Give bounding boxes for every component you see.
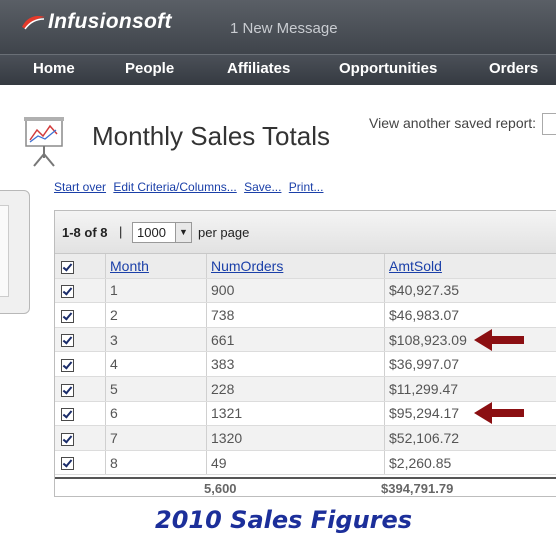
per-page-select[interactable]: 1000 ▼ bbox=[132, 222, 192, 243]
print-link[interactable]: Print... bbox=[289, 180, 324, 194]
red-arrow-icon bbox=[474, 402, 524, 425]
row-checkbox[interactable] bbox=[61, 358, 74, 372]
saved-report-label: View another saved report: bbox=[369, 115, 537, 131]
side-panel-tab[interactable] bbox=[0, 190, 30, 314]
logo-swoosh-icon bbox=[22, 16, 45, 30]
column-header-numorders[interactable]: NumOrders bbox=[211, 258, 283, 274]
row-checkbox[interactable] bbox=[61, 285, 74, 299]
caption: 2010 Sales Figures bbox=[155, 506, 413, 534]
cell-month: 2 bbox=[105, 302, 207, 328]
nav-affiliates[interactable]: Affiliates bbox=[227, 60, 290, 77]
pager-bar: 1-8 of 8 | 1000 ▼ per page bbox=[55, 211, 556, 254]
column-header-month[interactable]: Month bbox=[110, 258, 149, 274]
red-arrow-icon bbox=[474, 328, 524, 351]
cell-numorders: 738 bbox=[206, 302, 385, 328]
totals-row: 5,600 $394,791.79 bbox=[55, 477, 556, 497]
row-checkbox[interactable] bbox=[61, 334, 74, 348]
cell-amtsold: $95,294.17 bbox=[384, 401, 556, 427]
table-row[interactable]: 8 49 $2,260.85 bbox=[55, 450, 556, 476]
report-chart-icon bbox=[24, 117, 64, 167]
column-header-amtsold[interactable]: AmtSold bbox=[389, 258, 442, 274]
start-over-link[interactable]: Start over bbox=[54, 180, 106, 194]
cell-amtsold: $46,983.07 bbox=[384, 302, 556, 328]
report-grid: 1-8 of 8 | 1000 ▼ per page Month NumOrde… bbox=[54, 210, 556, 497]
cell-amtsold: $2,260.85 bbox=[384, 450, 556, 476]
total-orders: 5,600 bbox=[204, 481, 237, 496]
infusionsoft-logo[interactable]: Infusionsoft bbox=[20, 9, 172, 35]
top-bar: Infusionsoft 1 New Message bbox=[0, 0, 556, 54]
table-row[interactable]: 7 1320 $52,106.72 bbox=[55, 425, 556, 451]
cell-amtsold: $36,997.07 bbox=[384, 351, 556, 377]
table-row[interactable]: 5 228 $11,299.47 bbox=[55, 376, 556, 402]
cell-numorders: 900 bbox=[206, 278, 385, 304]
cell-amtsold: $11,299.47 bbox=[384, 376, 556, 402]
sales-table: Month NumOrders AmtSold 1 900 $40,927.35 2 7… bbox=[55, 254, 556, 476]
cell-numorders: 49 bbox=[206, 450, 385, 476]
nav-people[interactable]: People bbox=[125, 60, 174, 77]
side-panel-handle bbox=[0, 205, 9, 297]
cell-month: 6 bbox=[105, 401, 207, 427]
new-message-link[interactable]: 1 New Message bbox=[230, 20, 338, 37]
row-checkbox[interactable] bbox=[61, 383, 74, 397]
cell-numorders: 228 bbox=[206, 376, 385, 402]
total-amount: $394,791.79 bbox=[381, 481, 454, 496]
pager-separator: | bbox=[119, 224, 123, 239]
cell-month: 3 bbox=[105, 327, 207, 353]
nav-orders[interactable]: Orders bbox=[489, 60, 538, 77]
cell-amtsold: $108,923.09 bbox=[384, 327, 556, 353]
page-title: Monthly Sales Totals bbox=[92, 121, 330, 151]
cell-numorders: 1321 bbox=[206, 401, 385, 427]
row-checkbox[interactable] bbox=[61, 309, 74, 323]
cell-amtsold: $52,106.72 bbox=[384, 425, 556, 451]
cell-month: 7 bbox=[105, 425, 207, 451]
edit-criteria-link[interactable]: Edit Criteria/Columns... bbox=[113, 180, 236, 194]
saved-report-select[interactable] bbox=[542, 113, 556, 135]
cell-month: 8 bbox=[105, 450, 207, 476]
per-page-value: 1000 bbox=[137, 225, 166, 240]
report-actions: Start over Edit Criteria/Columns... Save… bbox=[54, 180, 327, 194]
table-row[interactable]: 4 383 $36,997.07 bbox=[55, 351, 556, 377]
row-checkbox[interactable] bbox=[61, 408, 74, 422]
row-checkbox[interactable] bbox=[61, 457, 74, 471]
cell-month: 1 bbox=[105, 278, 207, 304]
cell-amtsold: $40,927.35 bbox=[384, 278, 556, 304]
logo-text: Infusionsoft bbox=[48, 10, 172, 33]
chevron-down-icon[interactable]: ▼ bbox=[175, 223, 191, 242]
select-all-checkbox[interactable] bbox=[61, 260, 74, 274]
pager-range: 1-8 of 8 bbox=[62, 225, 108, 240]
cell-numorders: 1320 bbox=[206, 425, 385, 451]
main-nav: Home People Affiliates Opportunities Ord… bbox=[0, 54, 556, 85]
per-page-label: per page bbox=[198, 225, 250, 240]
table-row[interactable]: 1 900 $40,927.35 bbox=[55, 278, 556, 304]
cell-numorders: 383 bbox=[206, 351, 385, 377]
cell-numorders: 661 bbox=[206, 327, 385, 353]
nav-home[interactable]: Home bbox=[33, 60, 75, 77]
cell-month: 4 bbox=[105, 351, 207, 377]
nav-opportunities[interactable]: Opportunities bbox=[339, 60, 437, 77]
save-link[interactable]: Save... bbox=[244, 180, 281, 194]
table-row[interactable]: 2 738 $46,983.07 bbox=[55, 302, 556, 328]
cell-month: 5 bbox=[105, 376, 207, 402]
row-checkbox[interactable] bbox=[61, 432, 74, 446]
